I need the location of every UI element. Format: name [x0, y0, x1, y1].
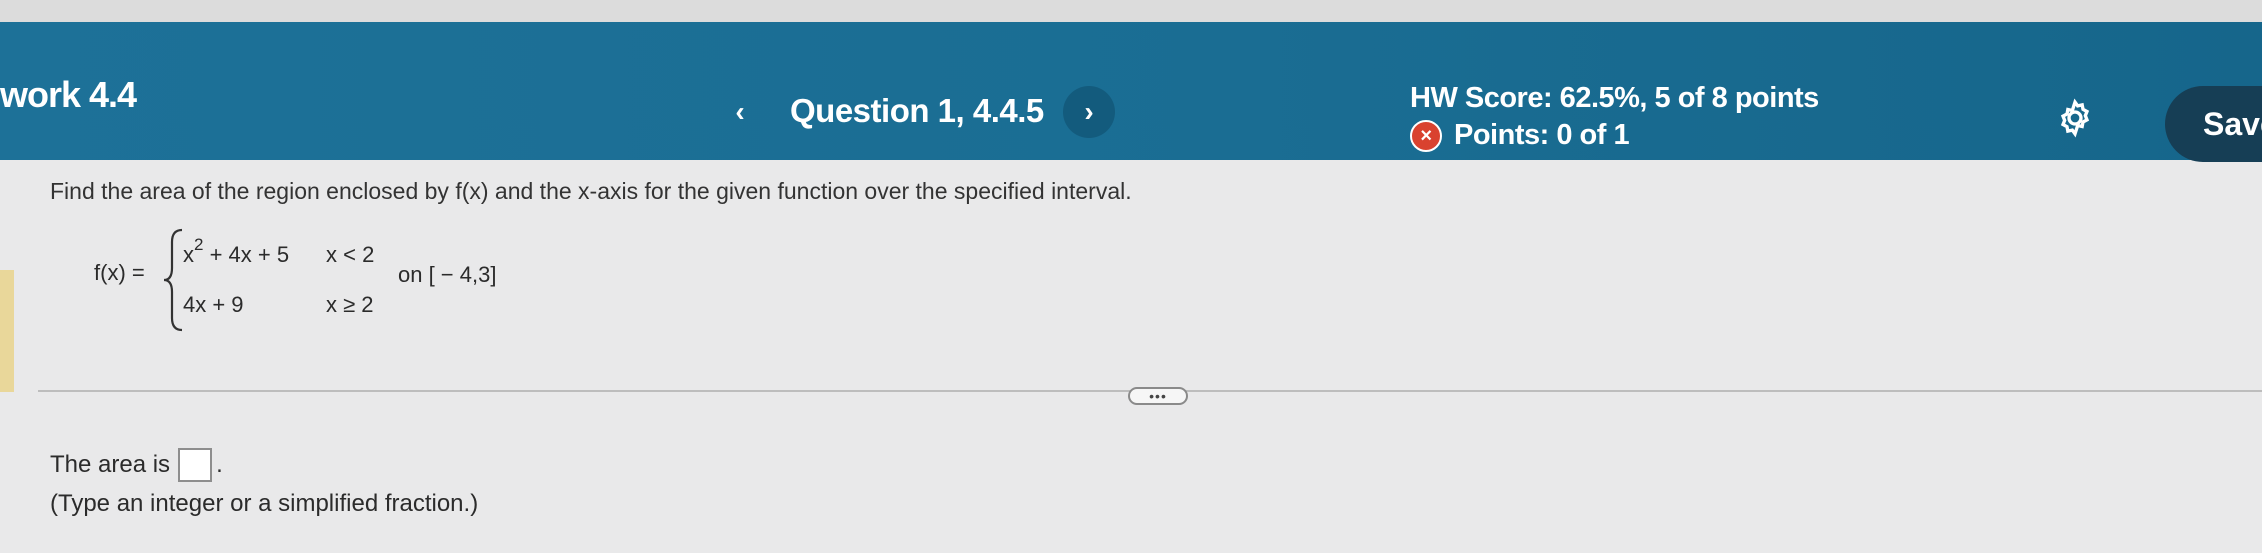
piece2-condition: x ≥ 2: [326, 292, 374, 317]
question-title: Question 1, 4.4.5: [790, 92, 1044, 129]
previous-question-button[interactable]: ‹: [714, 86, 766, 138]
hw-score: HW Score: 62.5%, 5 of 8 points: [1410, 82, 1819, 114]
left-accent-bar: [0, 270, 14, 392]
answer-input[interactable]: [178, 448, 213, 482]
interval: on [ − 4,3]: [398, 262, 497, 287]
chevron-right-icon: ›: [1084, 96, 1094, 127]
gear-icon[interactable]: [2055, 98, 2095, 138]
next-question-button[interactable]: ›: [1063, 86, 1115, 138]
points-text: Points: 0 of 1: [1454, 119, 1630, 151]
more-options-button[interactable]: •••: [1128, 387, 1188, 405]
function-label: f(x) =: [94, 260, 145, 285]
answer-hint: (Type an integer or a simplified fractio…: [50, 490, 479, 517]
question-prompt: Find the area of the region enclosed by …: [50, 178, 1132, 204]
piece2-expression: 4x + 9: [183, 292, 244, 317]
incorrect-icon: ×: [1410, 119, 1442, 152]
assignment-title: work 4.4: [0, 74, 137, 115]
answer-suffix: .: [216, 451, 223, 478]
save-button[interactable]: Save: [2165, 86, 2262, 162]
points-status: × Points: 0 of 1: [1410, 119, 1630, 152]
answer-row: The area is .: [50, 448, 223, 482]
piece1-expression: x2 + 4x + 5: [183, 235, 290, 267]
piece1-condition: x < 2: [326, 242, 375, 267]
chevron-left-icon: ‹: [735, 96, 745, 127]
assignment-header: work 4.4 ‹ Question 1, 4.4.5 › HW Score:…: [0, 22, 2262, 162]
answer-prefix: The area is: [50, 451, 171, 478]
